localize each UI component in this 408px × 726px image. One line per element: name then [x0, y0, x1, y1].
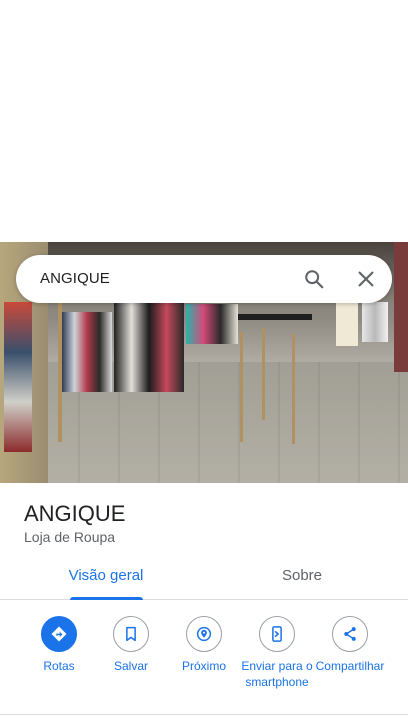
search-bar[interactable]: ANGIQUE	[16, 255, 392, 303]
tab-about[interactable]: Sobre	[232, 556, 372, 600]
close-icon[interactable]	[355, 268, 377, 290]
photo-clothes-rack-3	[186, 304, 238, 344]
place-category: Loja de Roupa	[24, 529, 116, 545]
directions-circle	[41, 616, 77, 652]
photo-clothes-left	[4, 302, 32, 452]
share-circle	[332, 616, 368, 652]
share-label: Compartilhar	[315, 659, 385, 673]
tab-overview[interactable]: Visão geral	[36, 556, 176, 600]
nearby-icon	[196, 626, 212, 642]
place-title: ANGIQUE	[24, 501, 126, 526]
send-to-phone-label: Enviar para o smartphone	[241, 659, 313, 689]
photo-clothes-right	[362, 302, 388, 342]
photo-display-leg-1	[240, 332, 243, 442]
photo-mannequin	[336, 300, 358, 346]
photo-right-wall	[394, 242, 408, 372]
maps-place-page: ANGIQUE ANGIQUE Loja de Roupa Visão gera…	[0, 0, 408, 726]
search-input[interactable]: ANGIQUE	[40, 270, 110, 287]
tab-about-label: Sobre	[281, 567, 323, 584]
save-label: Salvar	[113, 659, 148, 673]
send-to-phone-icon	[272, 626, 282, 642]
tab-overview-label: Visão geral	[68, 567, 144, 584]
search-icon[interactable]	[303, 268, 325, 290]
directions-label: Rotas	[43, 659, 75, 673]
active-tab-indicator	[70, 597, 143, 600]
photo-clothes-rack-1	[62, 312, 112, 392]
action-bar: Rotas Salvar Próximo Enviar para o smart…	[0, 614, 408, 714]
send-to-phone-circle	[259, 616, 295, 652]
directions-icon	[51, 626, 67, 642]
photo-display-leg-2	[292, 334, 295, 444]
nearby-circle	[186, 616, 222, 652]
photo-display-table	[238, 314, 312, 320]
bookmark-icon	[126, 626, 136, 642]
nearby-label: Próximo	[181, 659, 226, 673]
photo-clothes-rack-2	[114, 302, 184, 392]
bottom-divider	[0, 714, 408, 715]
photo-display-leg-3	[262, 328, 265, 420]
save-circle	[113, 616, 149, 652]
share-icon	[344, 627, 356, 641]
tab-bar: Visão geral Sobre	[0, 556, 408, 600]
